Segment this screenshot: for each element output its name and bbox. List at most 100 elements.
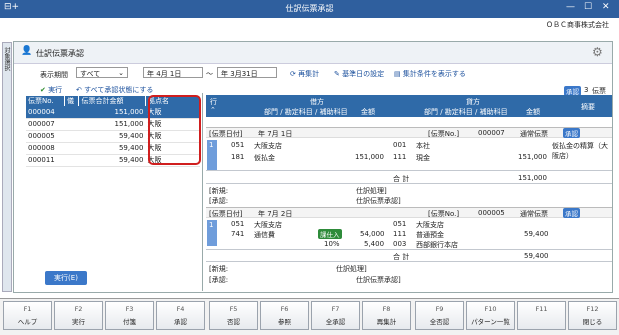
debit-header: 借方 [310,98,324,106]
cell-amount: 151,000 [78,118,146,131]
voucher-no: 000005 [478,209,505,217]
cell-no: 000004 [26,106,65,119]
fkey-number: F12 [586,305,599,313]
show-conditions-link[interactable]: ▤ 集計条件を表示する [394,69,466,79]
approve-badge[interactable]: 承認 [563,128,580,138]
fkey-label: パターン一覧 [471,318,510,326]
divider [206,249,612,250]
approve-badge[interactable]: 承認 [563,208,580,218]
f6-reference-button[interactable]: F6 参照 [260,301,309,330]
check-icon: ✔ [40,86,46,94]
fkey-number: F7 [331,305,340,313]
f9-reject-all-button[interactable]: F9 全否認 [415,301,464,330]
tax-rate: 10% [324,240,340,248]
to-era: 年 [221,70,228,78]
fkey-number: F8 [382,305,391,313]
voucher-date: 年 7月 2日 [258,210,293,218]
base-date-link[interactable]: ✎ 基準日の設定 [334,69,384,79]
f11-button[interactable]: F11 [517,301,566,330]
execute-button[interactable]: 実行(E) [45,271,87,285]
credit-account-name: 現金 [416,154,430,162]
new-action: 仕訳処理] [356,187,387,195]
credit-dept-name: 本社 [416,142,430,150]
credit-dept-code: 051 [393,220,407,228]
f7-approve-all-button[interactable]: F7 全承認 [311,301,360,330]
debit-cols: 部門 / 勘定科目 / 補助科目 [264,108,348,116]
approve-action: 仕訳伝票承認] [356,276,401,284]
f8-recalc-button[interactable]: F8 再集計 [362,301,411,330]
approve-label: [承認: [209,197,229,205]
minimize-icon[interactable]: — [566,2,575,12]
period-label: 表示期間 [40,71,68,79]
cell-amount: 151,000 [78,106,146,119]
divider [206,261,612,262]
debit-account-name: 仮払金 [254,154,275,162]
f5-reject-button[interactable]: F5 否認 [209,301,258,330]
company-name: ＯＢＣ商事株式会社 [546,21,609,29]
f10-pattern-button[interactable]: F10 パターン一覧 [466,301,515,330]
to-date-field[interactable]: 年 3月31日 [217,67,277,78]
cell-amount: 59,400 [78,142,146,155]
cell-amount: 59,400 [78,154,146,167]
debit-account-name: 通信費 [254,231,275,239]
f12-close-button[interactable]: F12 閉じる [568,301,617,330]
journal-header: 行 ⌃ 借方 部門 / 勘定科目 / 補助科目 金額 貸方 部門 / 勘定科目 … [206,95,612,117]
voucher-type: 通常伝票 [520,130,548,138]
f4-approve-button[interactable]: F4 承認 [156,301,205,330]
credit-header: 貸方 [466,98,480,106]
fkey-label: 再集計 [376,318,397,326]
f3-sticky-button[interactable]: F3 付箋 [105,301,154,330]
period-select[interactable]: すべて ⌄ [76,67,128,78]
debit-amount: 151,000 [355,153,384,161]
f1-help-button[interactable]: F1 ヘルプ [3,301,52,330]
credit-amount-header: 金額 [526,108,540,116]
sidebar-tab[interactable]: 対象選択 [2,42,12,292]
debit-account-code: 181 [231,153,245,161]
fkey-label: 閉じる [582,318,603,326]
voucher-date-label: [伝票日付] [209,210,243,218]
fkey-label: ヘルプ [17,318,38,326]
col-amount[interactable]: 伝票合計金額 [78,96,146,106]
chevron-down-icon: ⌄ [118,69,124,77]
summary-header: 摘要 [581,103,595,111]
execute-link[interactable]: ✔ 実行 [40,85,62,95]
range-separator: 〜 [206,70,213,78]
collapse-icon[interactable]: ⌃ [210,106,216,114]
refresh-label: 再集計 [298,70,320,78]
maximize-icon[interactable]: ☐ [584,2,592,12]
fkey-label: 承認 [174,318,187,326]
cell-mark [64,130,79,143]
close-icon[interactable]: ✕ [602,2,610,12]
execute-label: 実行 [48,86,63,94]
unapprove-all-label: すべて承認状態にする [84,86,154,94]
debit-dept-code: 051 [231,141,245,149]
credit-sub-code: 003 [393,240,407,248]
fkey-label: 全承認 [325,318,346,326]
new-label: [新規: [209,265,229,273]
voucher-no-label: [伝票No.] [428,130,460,138]
cell-mark [64,142,79,155]
credit-account-code: 111 [393,153,407,161]
tax-amount: 5,400 [364,240,385,248]
from-date-field[interactable]: 年 4月 1日 [143,67,203,78]
col-mark[interactable]: 儀 [64,96,80,106]
fkey-number: F6 [280,305,289,313]
fkey-number: F5 [229,305,238,313]
memo: 仮払金の精算（大阪店） [552,142,608,160]
approval-icon: 👤 [21,46,33,56]
fkey-label: 実行 [72,318,85,326]
debit-dept-name: 大阪支店 [254,221,282,229]
divider [206,183,612,184]
refresh-link[interactable]: ⟳ 再集計 [290,69,319,79]
f2-execute-button[interactable]: F2 実行 [54,301,103,330]
fkey-number: F11 [535,305,548,313]
col-no[interactable]: 伝票No. [26,96,65,106]
split-divider[interactable] [202,93,203,291]
divider [206,170,612,171]
panel-title: 仕訳伝票承認 [36,49,84,58]
debit-account-code: 741 [231,230,245,238]
unapprove-all-link[interactable]: ↶ すべて承認状態にする [76,85,153,95]
voucher-no: 000007 [478,129,505,137]
gear-icon[interactable]: ⚙ [592,45,603,59]
new-label: [新規: [209,187,229,195]
